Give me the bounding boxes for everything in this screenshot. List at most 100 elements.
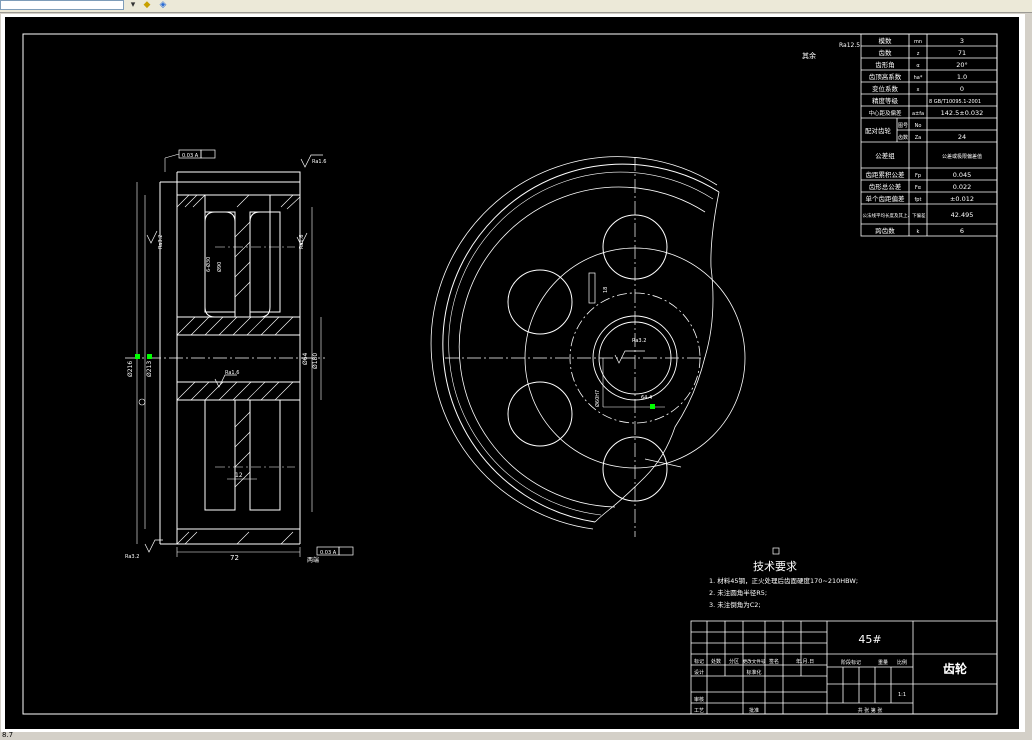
param-name: 齿形角 (875, 60, 895, 69)
param-sym: a±fa (912, 111, 924, 117)
review-label: 审核 (694, 696, 704, 703)
param-val: 0 (960, 85, 964, 93)
param-sub: 图号 (898, 123, 908, 129)
param-val: 8 GB/T10095.1-2001 (929, 99, 981, 105)
model-space-viewport[interactable]: 其余 Ra12.5 Ra1.6 Ra3.2 Ra1.6 Ra3.2 72 12 … (5, 17, 1019, 729)
tech-req-title: 技术要求 (753, 560, 797, 573)
sheet-border (22, 33, 998, 715)
tolerance-frame-bottom: 0.03 A (320, 550, 337, 556)
param-val: 24 (958, 133, 966, 141)
param-sym: x (917, 87, 920, 93)
layer-icon[interactable]: ◆ (140, 0, 154, 10)
two-ends-label: 两端 (307, 556, 319, 564)
part-name-label: 齿轮 (943, 661, 968, 676)
front-view (430, 156, 746, 537)
param-name: 齿距累积公差 (866, 170, 906, 179)
params-table-text: 模数 mn 3 齿数 z 71 齿形角 α 20° 齿顶高系数 ha* 1.0 … (863, 36, 984, 235)
param-sub: 齿数 (898, 134, 908, 141)
param-val: 公差或极限偏差值 (942, 153, 982, 160)
param-sym: Fα (915, 185, 922, 191)
header-date: 年.月.日 (796, 658, 814, 665)
param-val: 3 (960, 37, 964, 45)
header-zone: 分区 (729, 658, 739, 665)
status-text: 8.7 (2, 731, 14, 739)
dim-d90-label: Ø90 (216, 262, 223, 272)
param-val: 71 (958, 49, 966, 57)
param-val: 0.045 (953, 171, 972, 179)
roughness-main-label: Ra12.5 (839, 42, 860, 49)
sheets-label: 共 张 第 张 (858, 707, 883, 714)
param-name: 齿顶高系数 (869, 72, 902, 81)
roughness-bore-label: Ra1.6 (225, 370, 239, 376)
param-sym: No (915, 123, 922, 129)
param-val: 42.495 (951, 211, 974, 219)
param-name: 公差组 (875, 151, 895, 160)
param-val: 20° (956, 61, 968, 69)
param-sym: z (917, 51, 920, 57)
roughness-right-label: Ra1.6 (299, 235, 305, 249)
approve-label: 批准 (749, 707, 759, 714)
roughness-rim-label: Ra3.2 (158, 235, 164, 249)
tech-req-item: 3. 未注倒角为C2; (709, 600, 761, 609)
dim-hole-label: 6-Ø30 (205, 257, 212, 272)
title-block-text: 45# 齿轮 标记 处数 分区 更改文件号 签名 年.月.日 设计 标准化 审核… (694, 633, 968, 714)
other-surfaces-label: 其余 (802, 51, 816, 60)
weight-label: 重量 (878, 659, 888, 666)
dim-d64-label: Ø64 (302, 352, 309, 365)
tech-req-item: 1. 材料45钢，正火处理后齿面硬度170~210HBW; (709, 576, 858, 585)
keyway-width-label: 18 (603, 287, 609, 293)
param-name: 齿数 (879, 48, 893, 57)
header-sign: 签名 (769, 658, 779, 665)
roughness-face-label: Ra1.6 (312, 159, 326, 165)
dim-d180-label: Ø180 (312, 353, 319, 369)
param-name: 跨齿数 (875, 226, 895, 235)
layer-tool-icon[interactable]: ◈ (156, 0, 170, 10)
param-val: 0.022 (953, 183, 972, 191)
param-name: 模数 (879, 36, 893, 45)
scale-label: 比例 (897, 659, 907, 666)
dim-d216-label: Ø216 (127, 361, 134, 377)
header-count: 处数 (711, 658, 721, 665)
param-sym: mn (914, 39, 922, 45)
tolerance-frame-top: 0.03 A (182, 153, 199, 159)
param-name: 变位系数 (872, 84, 899, 93)
param-val: 1.0 (957, 73, 967, 81)
dim-d213-label: Ø213 (146, 361, 153, 377)
param-sym: k (917, 229, 920, 235)
param-name: 中心距及偏差 (868, 109, 902, 117)
param-name: 精度等级 (872, 96, 899, 105)
hub-tolerance-label: Ø60H7 (594, 390, 601, 407)
param-val: 6 (960, 227, 964, 235)
param-val: ±0.012 (950, 195, 974, 203)
tech-req-item: 2. 未注圆角半径R5; (709, 588, 767, 597)
param-name: 齿形总公差 (869, 182, 902, 191)
status-bar: 8.7 (0, 731, 1032, 740)
header-mark: 标记 (694, 658, 704, 665)
material-label: 45# (858, 633, 881, 646)
technical-requirements: 技术要求 1. 材料45钢，正火处理后齿面硬度170~210HBW; 2. 未注… (709, 560, 858, 609)
roughness-front-label: Ra3.2 (632, 338, 646, 344)
drawing-window: 其余 Ra12.5 Ra1.6 Ra3.2 Ra1.6 Ra3.2 72 12 … (1, 14, 1025, 732)
param-sym: fpt (915, 197, 922, 203)
scale-value: 1:1 (898, 692, 906, 698)
param-sym: α (916, 63, 920, 69)
param-sym: Za (915, 135, 922, 141)
cad-drawing: 其余 Ra12.5 Ra1.6 Ra3.2 Ra1.6 Ra3.2 72 12 … (22, 33, 998, 715)
header-docno: 更改文件号 (743, 658, 766, 665)
roughness-bottom-label: Ra3.2 (125, 554, 139, 560)
std-label: 标准化 (746, 669, 761, 676)
toolbar: ▾ ◆ ◈ (0, 0, 1032, 13)
param-name: 单个齿距偏差 (866, 194, 906, 203)
param-name: 配对齿轮 (865, 126, 892, 135)
param-sym: ha* (914, 75, 923, 81)
dim-web-label: 12 (235, 472, 243, 479)
design-label: 设计 (694, 669, 704, 676)
layer-dropdown[interactable] (0, 0, 124, 10)
keyway-dim-label: 64.4 (641, 395, 652, 401)
process-label: 工艺 (694, 708, 704, 714)
param-sym: Fp (915, 173, 921, 179)
dropdown-arrow-icon[interactable]: ▾ (126, 0, 140, 10)
param-val: 142.5±0.032 (941, 109, 984, 117)
dim-width-label: 72 (230, 554, 239, 562)
param-name: 公法线平均长度及其上、下偏差 (863, 212, 926, 219)
